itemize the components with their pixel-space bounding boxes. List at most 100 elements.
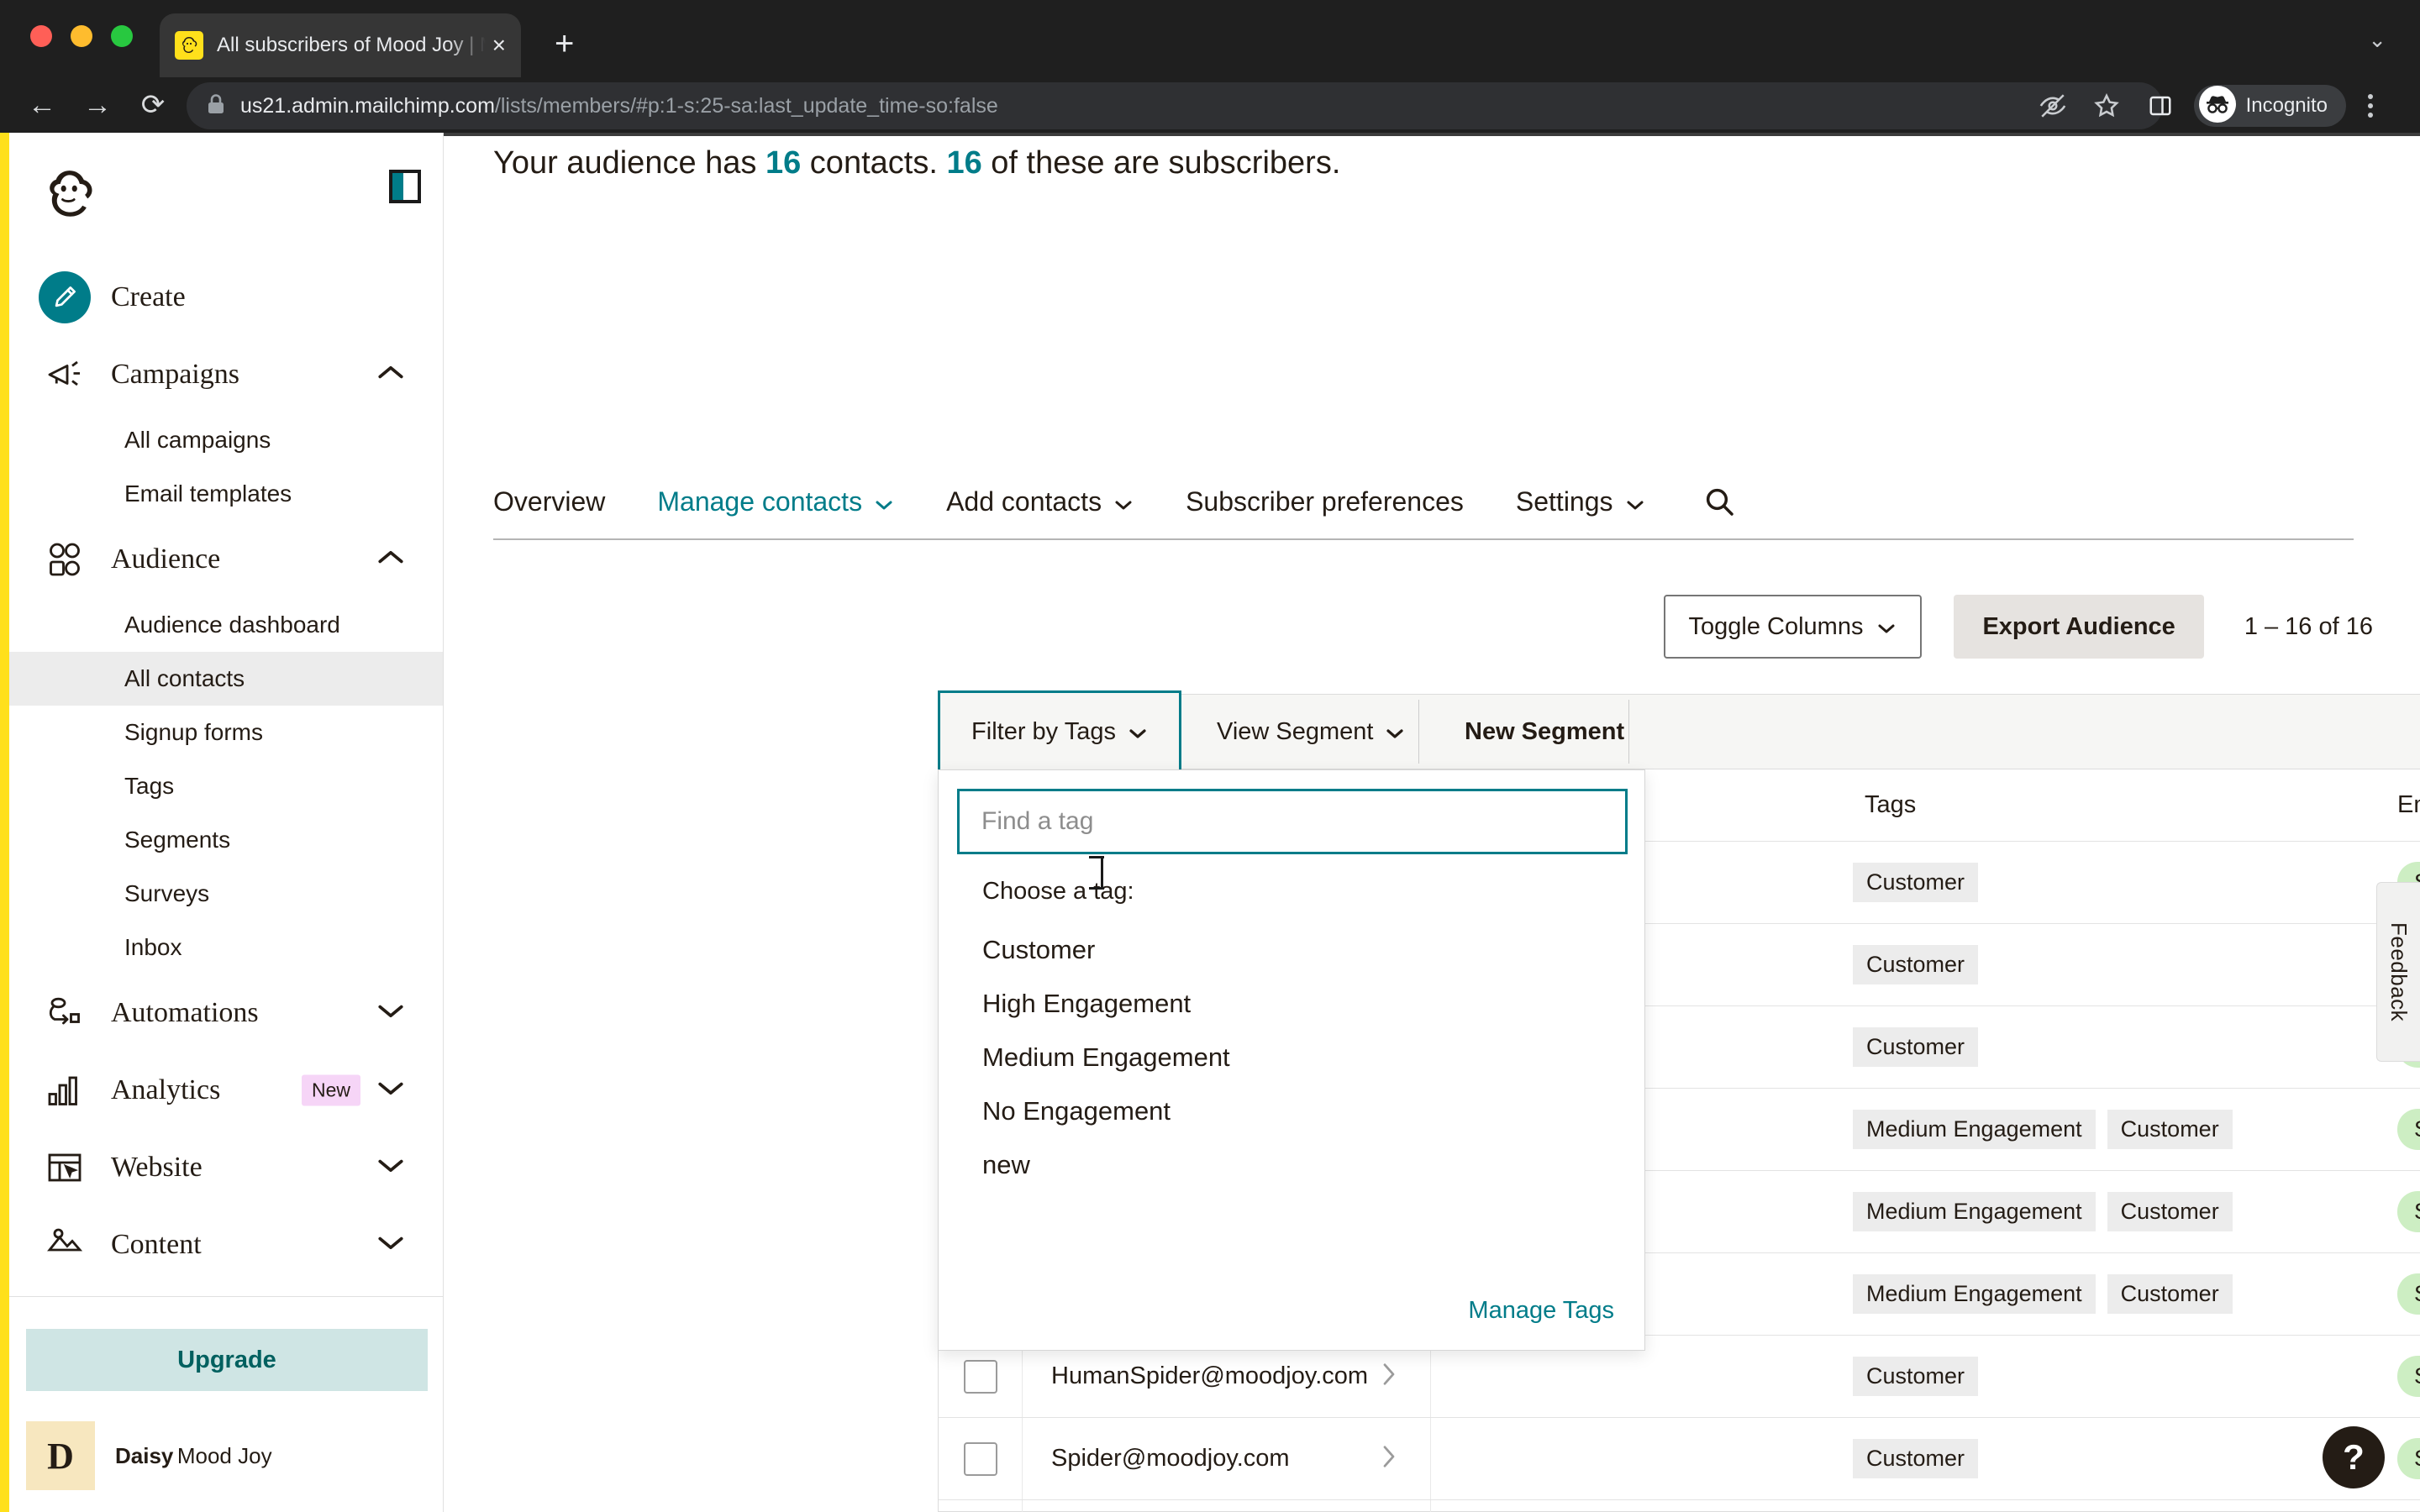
toggle-columns-button[interactable]: Toggle Columns bbox=[1663, 595, 1923, 659]
side-panel-icon[interactable] bbox=[2133, 82, 2187, 129]
close-tab-button[interactable]: × bbox=[492, 34, 506, 57]
sidebar-item-campaigns[interactable]: Campaigns bbox=[9, 336, 443, 413]
export-audience-button[interactable]: Export Audience bbox=[1954, 595, 2204, 659]
maximize-window-button[interactable] bbox=[111, 25, 133, 47]
mailchimp-favicon-icon bbox=[175, 31, 203, 60]
back-arrow-icon[interactable]: ← bbox=[18, 91, 66, 119]
manage-tags-link[interactable]: Manage Tags bbox=[1468, 1297, 1614, 1325]
new-segment-button[interactable]: New Segment bbox=[1439, 694, 1649, 769]
tag-chip[interactable]: Customer bbox=[2107, 1192, 2233, 1231]
tag-chip[interactable]: Medium Engagement bbox=[1853, 1110, 2096, 1149]
tag-chip[interactable]: Customer bbox=[1853, 945, 1979, 984]
account-switcher[interactable]: D Daisy Mood Joy bbox=[26, 1421, 272, 1490]
tag-chip[interactable]: Customer bbox=[1853, 863, 1979, 902]
chevron-down-icon bbox=[1876, 613, 1897, 641]
tag-chip[interactable]: Medium Engagement bbox=[1853, 1274, 2096, 1314]
sidebar-item-surveys[interactable]: Surveys bbox=[9, 867, 443, 921]
tab-search-chevron-icon[interactable]: ⌄ bbox=[2368, 29, 2386, 50]
sidebar-item-create[interactable]: Create bbox=[9, 259, 443, 336]
minimize-window-button[interactable] bbox=[71, 25, 92, 47]
close-window-button[interactable] bbox=[30, 25, 52, 47]
sidebar-item-label: Analytics bbox=[111, 1074, 221, 1105]
cell-email[interactable]: Spiderman@moodjoy.com bbox=[1023, 1500, 1431, 1512]
upgrade-button[interactable]: Upgrade bbox=[26, 1329, 428, 1391]
sidebar-nav: Create Campaigns All campaigns Email tem… bbox=[9, 133, 443, 1296]
chevron-up-icon[interactable] bbox=[376, 365, 405, 386]
filter-by-tags-button[interactable]: Filter by Tags bbox=[938, 690, 1181, 773]
sidebar-item-audience-dashboard[interactable]: Audience dashboard bbox=[9, 598, 443, 652]
column-header-email-marketing[interactable]: Email Marketing bbox=[2397, 791, 2420, 819]
tab-subscriber-preferences[interactable]: Subscriber preferences bbox=[1186, 486, 1464, 517]
sidebar-item-inbox[interactable]: Inbox bbox=[9, 921, 443, 974]
sidebar-collapse-toggle-icon[interactable] bbox=[389, 170, 421, 203]
chevron-down-icon[interactable] bbox=[376, 1080, 405, 1101]
star-icon[interactable] bbox=[2080, 82, 2133, 129]
address-bar[interactable]: us21.admin.mailchimp.com/lists/members/#… bbox=[187, 82, 2163, 129]
cell-tags: Customer bbox=[1834, 1027, 2397, 1067]
tab-overview[interactable]: Overview bbox=[493, 486, 605, 517]
tag-option-no-engagement[interactable]: No Engagement bbox=[982, 1096, 1171, 1126]
new-tab-button[interactable]: + bbox=[555, 27, 574, 60]
cell-email[interactable]: Spider@moodjoy.com bbox=[1023, 1418, 1431, 1499]
forward-arrow-icon[interactable]: → bbox=[74, 91, 121, 119]
cell-tags: Medium Engagement Customer bbox=[1834, 1192, 2397, 1231]
tag-chip[interactable]: Medium Engagement bbox=[1853, 1192, 2096, 1231]
table-row[interactable]: Spiderman@moodjoy.com Customer Subscribe… bbox=[939, 1500, 2420, 1512]
kebab-menu-icon[interactable] bbox=[2346, 82, 2395, 129]
sidebar-item-signup-forms[interactable]: Signup forms bbox=[9, 706, 443, 759]
tab-add-contacts[interactable]: Add contacts bbox=[946, 486, 1134, 517]
tag-chip[interactable]: Customer bbox=[2107, 1110, 2233, 1149]
browser-chrome: All subscribers of Mood Joy | M × + ⌄ ← … bbox=[0, 0, 2420, 133]
sidebar-item-email-templates[interactable]: Email templates bbox=[9, 467, 443, 521]
eye-off-icon[interactable] bbox=[2026, 82, 2080, 129]
tab-settings[interactable]: Settings bbox=[1516, 486, 1645, 517]
sidebar-item-segments[interactable]: Segments bbox=[9, 813, 443, 867]
sidebar-item-all-contacts[interactable]: All contacts bbox=[9, 652, 443, 706]
sidebar-item-label: Content bbox=[111, 1229, 202, 1260]
sidebar-item-tags[interactable]: Tags bbox=[9, 759, 443, 813]
tag-option-customer[interactable]: Customer bbox=[982, 935, 1095, 965]
sidebar-item-label: Audience bbox=[111, 543, 221, 575]
row-checkbox-cell[interactable] bbox=[939, 1418, 1023, 1499]
sidebar-item-audience[interactable]: Audience bbox=[9, 521, 443, 598]
feedback-tab[interactable]: Feedback bbox=[2376, 882, 2420, 1062]
lock-icon bbox=[207, 93, 225, 119]
cell-tags: Medium Engagement Customer bbox=[1834, 1110, 2397, 1149]
chevron-right-icon[interactable] bbox=[1381, 1362, 1397, 1391]
incognito-indicator[interactable]: Incognito bbox=[2193, 85, 2346, 127]
tag-chip[interactable]: Customer bbox=[2107, 1274, 2233, 1314]
reload-icon[interactable]: ⟳ bbox=[129, 91, 176, 119]
view-segment-button[interactable]: View Segment bbox=[1192, 694, 1430, 769]
help-button[interactable]: ? bbox=[2323, 1426, 2385, 1488]
browser-tab[interactable]: All subscribers of Mood Joy | M × bbox=[160, 13, 521, 77]
row-checkbox-cell[interactable] bbox=[939, 1500, 1023, 1512]
table-row[interactable]: Spider@moodjoy.com Customer Subscribed L… bbox=[939, 1418, 2420, 1500]
sidebar-item-website[interactable]: Website bbox=[9, 1129, 443, 1206]
column-header-tags[interactable]: Tags bbox=[1834, 791, 2397, 819]
tag-option-new[interactable]: new bbox=[982, 1150, 1030, 1180]
chevron-right-icon[interactable] bbox=[1381, 1444, 1397, 1473]
chevron-down-icon[interactable] bbox=[376, 1158, 405, 1179]
tag-chip[interactable]: Customer bbox=[1853, 1439, 1979, 1478]
row-checkbox[interactable] bbox=[963, 1441, 997, 1476]
chevron-down-icon[interactable] bbox=[376, 1235, 405, 1256]
tag-option-high-engagement[interactable]: High Engagement bbox=[982, 989, 1191, 1019]
sidebar-item-automations[interactable]: Automations bbox=[9, 974, 443, 1052]
new-badge: New bbox=[301, 1074, 360, 1106]
tag-chip[interactable]: Customer bbox=[1853, 1357, 1979, 1396]
chevron-down-icon[interactable] bbox=[376, 1003, 405, 1024]
cell-tags: Customer bbox=[1834, 863, 2397, 902]
sidebar-item-content[interactable]: Content bbox=[9, 1206, 443, 1284]
find-a-tag-input[interactable]: Find a tag bbox=[957, 789, 1628, 854]
row-checkbox[interactable] bbox=[963, 1359, 997, 1394]
tag-option-medium-engagement[interactable]: Medium Engagement bbox=[982, 1042, 1230, 1073]
sidebar-item-analytics[interactable]: Analytics New bbox=[9, 1052, 443, 1129]
tag-chip[interactable]: Customer bbox=[1853, 1027, 1979, 1067]
mailchimp-logo-icon[interactable] bbox=[39, 165, 103, 228]
search-icon[interactable] bbox=[1702, 485, 1736, 518]
account-name: Daisy bbox=[115, 1442, 174, 1468]
tab-manage-contacts[interactable]: Manage contacts bbox=[657, 486, 894, 517]
chevron-up-icon[interactable] bbox=[376, 549, 405, 570]
sidebar-item-all-campaigns[interactable]: All campaigns bbox=[9, 413, 443, 467]
chevron-down-icon bbox=[874, 486, 894, 517]
